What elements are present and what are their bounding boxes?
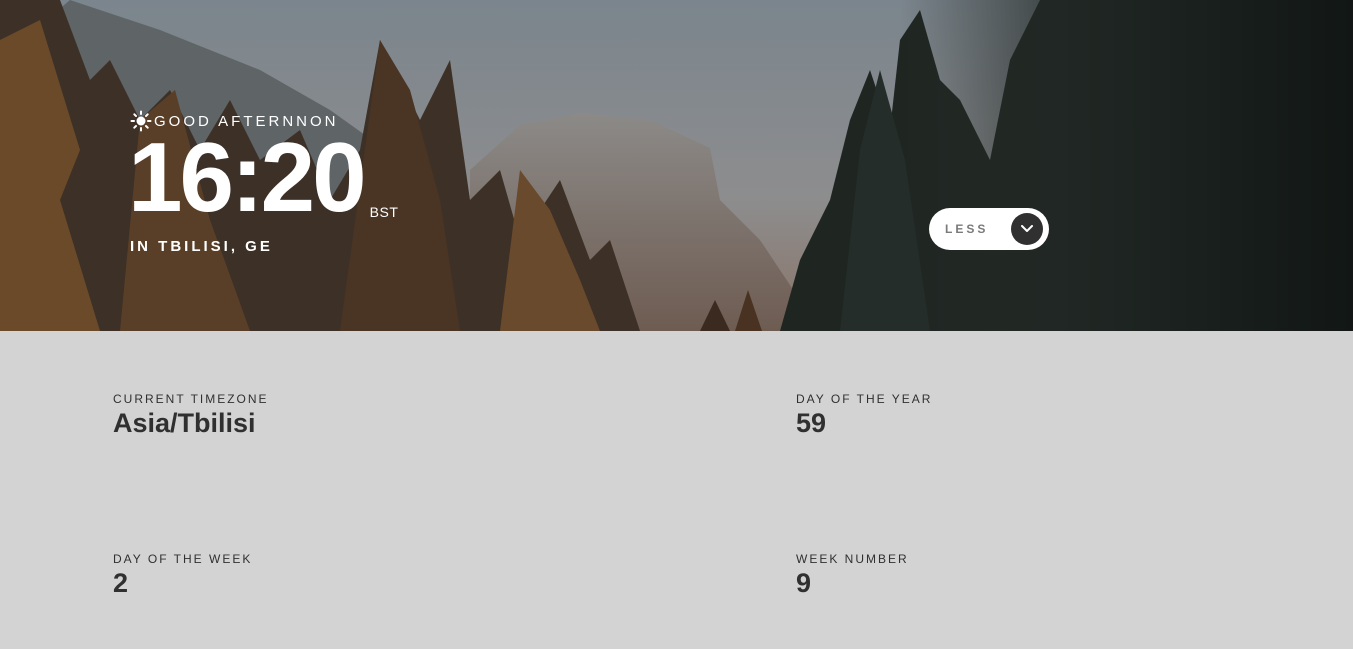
hero-background: GOOD AFTERNNON 16:20 BST IN TBILISI, GE …	[0, 0, 1353, 331]
current-timezone-item: CURRENT TIMEZONE Asia/Tbilisi	[113, 392, 269, 439]
current-timezone-label: CURRENT TIMEZONE	[113, 392, 269, 406]
timezone-abbreviation: BST	[369, 204, 399, 220]
week-number-value: 9	[796, 568, 812, 598]
clock: 16:20 BST	[128, 128, 398, 226]
chevron-down-icon	[1021, 225, 1033, 232]
day-of-week-value: 2	[113, 568, 129, 598]
details-panel: CURRENT TIMEZONE Asia/Tbilisi DAY OF THE…	[0, 331, 1353, 649]
day-of-year-value: 59	[796, 408, 827, 438]
current-time: 16:20	[128, 122, 367, 232]
week-number-label: WEEK NUMBER	[796, 552, 909, 566]
day-of-year-item: DAY OF THE YEAR 59	[796, 392, 932, 439]
location: IN TBILISI, GE	[130, 238, 273, 255]
toggle-label: LESS	[945, 222, 989, 236]
current-timezone-value: Asia/Tbilisi	[113, 408, 256, 438]
week-number-item: WEEK NUMBER 9	[796, 552, 909, 599]
day-of-year-label: DAY OF THE YEAR	[796, 392, 933, 406]
toggle-knob[interactable]	[1011, 213, 1043, 245]
less-toggle-button[interactable]: LESS	[929, 208, 1049, 250]
day-of-week-item: DAY OF THE WEEK 2	[113, 552, 252, 599]
day-of-week-label: DAY OF THE WEEK	[113, 552, 253, 566]
